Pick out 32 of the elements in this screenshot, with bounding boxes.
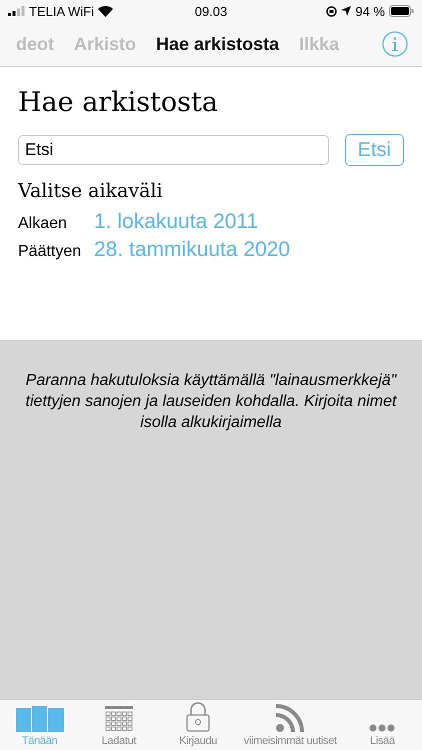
more-icon bbox=[369, 724, 396, 732]
signal-icon bbox=[8, 6, 25, 16]
date-link[interactable]: 28. tammikuuta 2020 bbox=[94, 238, 290, 262]
date-label: Alkaen bbox=[18, 215, 68, 233]
page-title: Hae arkistosta bbox=[18, 87, 219, 118]
date-link[interactable]: 1. lokakuuta 2011 bbox=[94, 210, 258, 234]
search-field[interactable]: Etsi bbox=[18, 135, 329, 165]
wifi-icon bbox=[98, 6, 114, 16]
nav-tab[interactable]: deot bbox=[16, 34, 54, 54]
nav-tab[interactable]: Hae arkistosta bbox=[156, 34, 280, 54]
info-icon[interactable] bbox=[382, 31, 408, 57]
search-hint: Paranna hakutuloksia käyttämällä "lainausmerkkejä" tiettyjen sanojen ja lauseiden kohdalla. Kirjoita nimet isolla alkukirjaimella bbox=[24, 371, 398, 433]
pages-icon bbox=[16, 706, 64, 732]
tab-bar-item[interactable]: Lisää bbox=[342, 700, 422, 750]
lock-icon bbox=[186, 702, 210, 732]
lock-rotation-icon bbox=[326, 6, 338, 16]
search-button[interactable]: Etsi bbox=[344, 134, 404, 166]
tab-bar-item[interactable]: Ladatut bbox=[79, 700, 158, 750]
section-heading: Valitse aikaväli bbox=[18, 180, 164, 202]
nav-tab[interactable]: Arkisto bbox=[74, 34, 136, 54]
nav-tab[interactable]: Ilkka bbox=[299, 34, 340, 54]
clock: 09.03 bbox=[194, 4, 228, 18]
tab-bar-item[interactable]: viimeisimmät uutiset bbox=[238, 700, 343, 750]
battery-icon bbox=[388, 5, 414, 17]
tab-bar-item[interactable]: Tänään bbox=[0, 700, 80, 750]
carrier-name: TELIA WiFi bbox=[29, 4, 94, 18]
location-icon bbox=[341, 6, 352, 16]
calendar-icon bbox=[104, 706, 133, 732]
date-label: Päättyen bbox=[18, 243, 82, 261]
tab-bar-item[interactable]: Kirjaudu bbox=[158, 700, 238, 750]
battery-percent: 94 % bbox=[355, 4, 385, 18]
feed-icon bbox=[276, 704, 304, 732]
